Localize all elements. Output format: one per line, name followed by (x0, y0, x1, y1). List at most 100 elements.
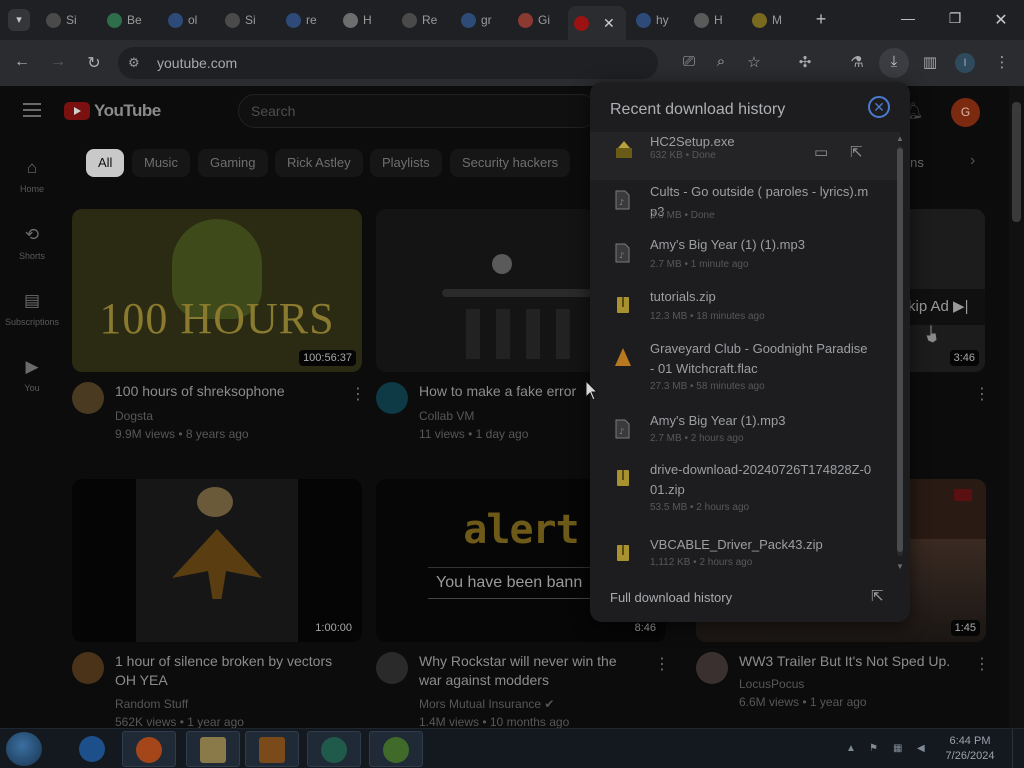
reload-button[interactable]: ↻ (84, 53, 104, 73)
channel-avatar[interactable] (72, 382, 104, 414)
account-avatar[interactable]: G (951, 98, 980, 127)
back-button[interactable]: ← (12, 53, 32, 71)
more-options-icon[interactable]: ⋮ (350, 384, 366, 404)
chips-next-arrow-icon[interactable]: › (970, 152, 975, 170)
channel-name[interactable]: Mors Mutual Insurance ✔︎ (419, 695, 554, 713)
browser-tab[interactable]: H (337, 6, 389, 34)
more-options-icon[interactable]: ⋮ (974, 654, 990, 674)
cast-icon[interactable]: ⎚ (679, 53, 699, 70)
channel-avatar[interactable] (72, 652, 104, 684)
download-item[interactable]: VBCABLE_Driver_Pack43.zip 1,112 KB • 2 ho… (590, 535, 900, 583)
taskbar-chrome[interactable] (369, 731, 423, 767)
download-item[interactable]: HC2Setup.exe 632 KB • Done ▭ ⇱ (590, 132, 900, 180)
scroll-up-arrow-icon[interactable]: ▲ (896, 134, 904, 143)
sidebar-item-subscriptions[interactable]: ▤ Subscriptions (4, 291, 60, 327)
close-panel-icon[interactable]: ✕ (868, 96, 890, 118)
bookmark-star-icon[interactable]: ☆ (744, 53, 764, 71)
extensions-icon[interactable]: ✣ (795, 53, 815, 71)
more-options-icon[interactable]: ⋮ (974, 384, 990, 404)
close-window-button[interactable]: ✕ (991, 10, 1011, 30)
youtube-search-input[interactable]: Search (238, 94, 598, 128)
tab-search-button[interactable]: ▾ (8, 9, 30, 31)
download-filename[interactable]: Amy's Big Year (1) (1).mp3 (650, 235, 875, 255)
taskbar-explorer[interactable] (186, 731, 240, 767)
download-icon[interactable]: ⤓ (884, 53, 904, 70)
download-filename[interactable]: Graveyard Club - Goodnight Paradise - 01… (650, 339, 875, 379)
browser-tab[interactable]: gr (455, 6, 507, 34)
channel-name[interactable]: LocusPocus (739, 675, 804, 693)
taskbar-app-5[interactable] (307, 731, 361, 767)
full-download-history-link[interactable]: Full download history (610, 590, 732, 605)
sidebar-item-you[interactable]: ▶ You (4, 357, 60, 393)
video-title[interactable]: How to make a fake error (419, 382, 589, 401)
download-filename[interactable]: Amy's Big Year (1).mp3 (650, 411, 875, 431)
browser-tab[interactable]: Be (101, 6, 153, 34)
tray-network-icon[interactable]: ▦ (893, 743, 902, 754)
system-clock[interactable]: 6:44 PM 7/26/2024 (940, 734, 1000, 764)
download-item[interactable]: tutorials.zip 12.3 MB • 18 minutes ago (590, 287, 900, 337)
sidebar-item-home[interactable]: ⌂ Home (4, 158, 60, 194)
download-item[interactable]: ♪ Amy's Big Year (1).mp3 2.7 MB • 2 hours … (590, 411, 900, 459)
download-filename[interactable]: drive-download-20240726T174828Z-001.zip (650, 460, 875, 500)
channel-avatar[interactable] (696, 652, 728, 684)
zoom-icon[interactable]: ⌕ (711, 53, 731, 70)
scrollbar-grip[interactable] (897, 148, 903, 552)
page-scrollbar-thumb[interactable] (1012, 102, 1021, 222)
new-tab-button[interactable]: + (811, 9, 831, 30)
channel-name[interactable]: Random Stuff (115, 695, 188, 713)
download-list-scrollbar[interactable]: ▲ ▼ (896, 134, 904, 574)
browser-tab[interactable]: hy (630, 6, 682, 34)
side-panel-icon[interactable]: ▥ (920, 53, 940, 71)
taskbar-firefox[interactable] (122, 731, 176, 767)
taskbar-ie[interactable] (66, 731, 120, 767)
site-info-icon[interactable]: ⚙ (128, 55, 140, 71)
browser-tab[interactable]: ol (162, 6, 214, 34)
filter-chip[interactable]: All (86, 149, 125, 177)
show-in-folder-icon[interactable]: ▭ (814, 143, 828, 161)
channel-avatar[interactable] (376, 382, 408, 414)
taskbar-media[interactable] (245, 731, 299, 767)
labs-flask-icon[interactable]: ⚗ (847, 53, 867, 71)
download-filename[interactable]: HC2Setup.exe (650, 132, 875, 152)
browser-tab[interactable]: H (688, 6, 740, 34)
video-thumbnail-2[interactable] (376, 209, 596, 372)
download-item[interactable]: ♪ Cults - Go outside ( paroles - lyrics).… (590, 182, 900, 232)
video-title[interactable]: 1 hour of silence broken by vectors OH Y… (115, 652, 355, 690)
download-filename[interactable]: tutorials.zip (650, 287, 875, 307)
show-desktop-button[interactable] (1012, 729, 1024, 768)
address-url[interactable]: youtube.com (157, 55, 237, 71)
video-thumbnail-1[interactable]: 100 HOURS 100:56:37 (72, 209, 362, 372)
page-scrollbar[interactable] (1009, 86, 1024, 728)
tray-volume-icon[interactable]: ◀ (917, 743, 925, 754)
browser-tab[interactable]: M (746, 6, 800, 34)
restore-button[interactable]: ❐ (945, 10, 965, 27)
video-thumbnail-4[interactable]: 1:00:00 (72, 479, 362, 642)
skip-ad-overlay[interactable]: kip Ad ▶| (900, 289, 985, 325)
filter-chip[interactable]: Security hackers (450, 149, 571, 177)
close-tab-icon[interactable]: ✕ (603, 15, 615, 32)
start-button[interactable] (6, 732, 42, 766)
filter-chip[interactable]: Playlists (370, 149, 442, 177)
tray-flag-icon[interactable]: ⚑ (869, 743, 878, 754)
download-item[interactable]: ♪ Amy's Big Year (1) (1).mp3 2.7 MB • 1 mi… (590, 235, 900, 285)
browser-tab[interactable]: Si (219, 6, 271, 34)
download-filename[interactable]: VBCABLE_Driver_Pack43.zip (650, 535, 875, 555)
filter-chip[interactable]: Music (132, 149, 190, 177)
browser-tab[interactable]: Re (396, 6, 448, 34)
download-item[interactable]: drive-download-20240726T174828Z-001.zip 5… (590, 460, 900, 532)
scroll-down-arrow-icon[interactable]: ▼ (896, 562, 904, 571)
video-title[interactable]: Why Rockstar will never win the war agai… (419, 652, 639, 690)
channel-avatar[interactable] (376, 652, 408, 684)
hamburger-menu-icon[interactable] (23, 103, 41, 121)
browser-tab[interactable]: Si (40, 6, 92, 34)
channel-name[interactable]: Collab VM (419, 407, 474, 425)
forward-button[interactable]: → (48, 53, 68, 71)
open-file-icon[interactable]: ⇱ (850, 143, 863, 161)
minimize-button[interactable]: — (898, 10, 918, 26)
video-title[interactable]: WW3 Trailer But It's Not Sped Up. (739, 652, 969, 671)
video-title[interactable]: 100 hours of shreksophone (115, 382, 345, 401)
open-external-icon[interactable]: ⇱ (871, 587, 884, 605)
more-options-icon[interactable]: ⋮ (654, 654, 670, 674)
sidebar-item-shorts[interactable]: ⟲ Shorts (4, 225, 60, 261)
full-history-row[interactable]: Full download history ⇱ (590, 582, 910, 612)
